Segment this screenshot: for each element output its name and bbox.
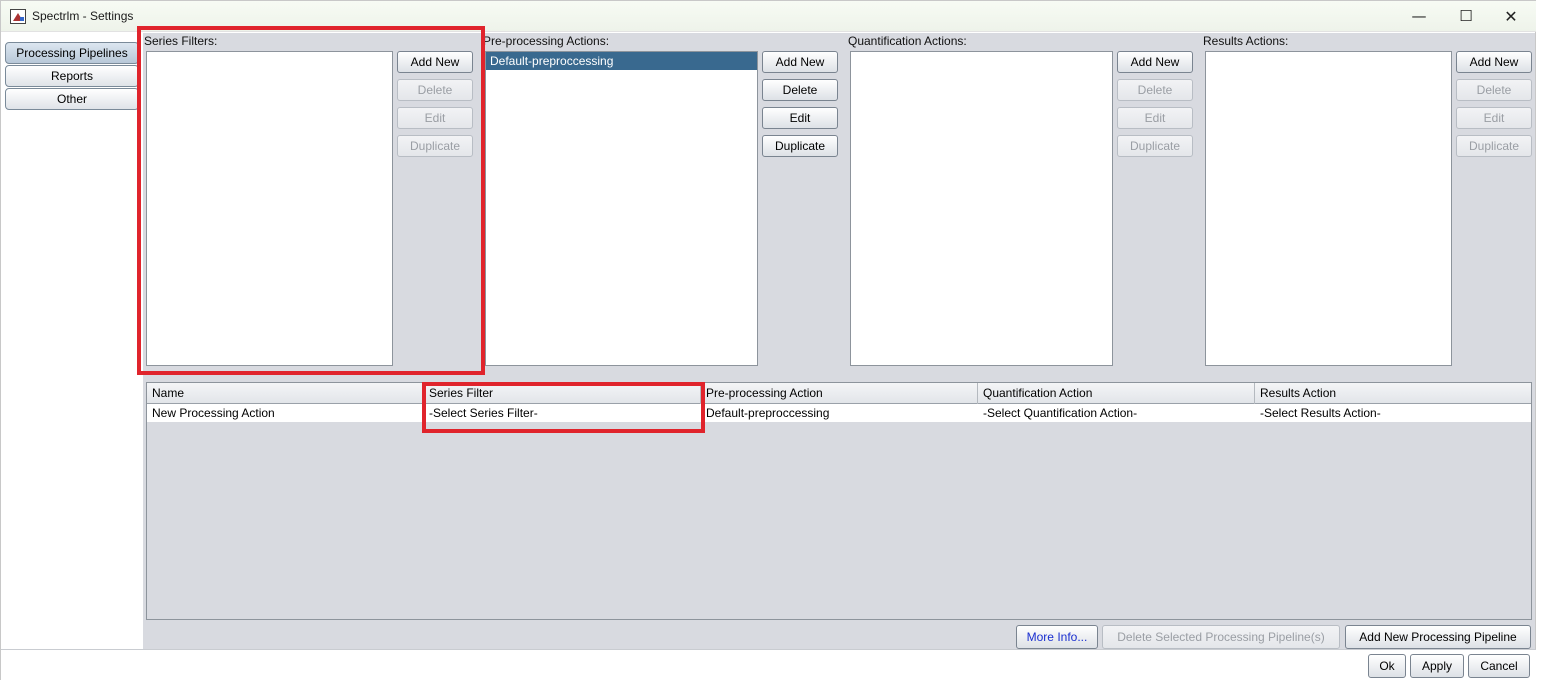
column-header-preprocessing-action[interactable]: Pre-processing Action	[701, 383, 978, 404]
quantification-edit-button[interactable]: Edit	[1117, 107, 1193, 129]
series-filters-delete-button[interactable]: Delete	[397, 79, 473, 101]
series-filters-edit-button[interactable]: Edit	[397, 107, 473, 129]
list-item[interactable]: Default-preproccessing	[486, 52, 757, 70]
quantification-add-button[interactable]: Add New	[1117, 51, 1193, 73]
delete-pipeline-button[interactable]: Delete Selected Processing Pipeline(s)	[1102, 625, 1340, 649]
column-header-series-filter[interactable]: Series Filter	[424, 383, 701, 404]
table-header: Name Series Filter Pre-processing Action…	[147, 383, 1531, 404]
cancel-button[interactable]: Cancel	[1468, 654, 1530, 678]
dialog-footer: Ok Apply Cancel	[1, 649, 1536, 680]
series-filters-add-button[interactable]: Add New	[397, 51, 473, 73]
results-add-button[interactable]: Add New	[1456, 51, 1532, 73]
preprocessing-delete-button[interactable]: Delete	[762, 79, 838, 101]
series-filters-label: Series Filters:	[144, 34, 218, 48]
preprocessing-add-button[interactable]: Add New	[762, 51, 838, 73]
table-row[interactable]: New Processing Action -Select Series Fil…	[147, 404, 1531, 422]
apply-button[interactable]: Apply	[1410, 654, 1464, 678]
quantification-duplicate-button[interactable]: Duplicate	[1117, 135, 1193, 157]
results-edit-button[interactable]: Edit	[1456, 107, 1532, 129]
cell-series-filter[interactable]: -Select Series Filter-	[424, 404, 701, 422]
cell-preprocessing-action[interactable]: Default-preproccessing	[701, 404, 978, 422]
results-actions-label: Results Actions:	[1203, 34, 1289, 48]
settings-nav: Processing Pipelines Reports Other	[1, 33, 143, 649]
maximize-button[interactable]: ☐	[1443, 1, 1489, 32]
preprocessing-actions-label: Pre-processing Actions:	[483, 34, 610, 48]
cell-quantification-action[interactable]: -Select Quantification Action-	[978, 404, 1255, 422]
window-title: Spectrlm - Settings	[32, 9, 134, 23]
app-icon	[10, 9, 26, 24]
cell-name[interactable]: New Processing Action	[147, 404, 424, 422]
processing-pipelines-panel: Series Filters: Add New Delete Edit Dupl…	[143, 33, 1535, 649]
series-filters-duplicate-button[interactable]: Duplicate	[397, 135, 473, 157]
preprocessing-actions-list[interactable]: Default-preproccessing	[485, 51, 758, 366]
column-header-results-action[interactable]: Results Action	[1255, 383, 1531, 404]
tab-processing-pipelines[interactable]: Processing Pipelines	[5, 42, 139, 64]
tab-other[interactable]: Other	[5, 88, 139, 110]
results-duplicate-button[interactable]: Duplicate	[1456, 135, 1532, 157]
settings-window: Spectrlm - Settings — ☐ ✕ Processing Pip…	[0, 0, 1536, 680]
results-delete-button[interactable]: Delete	[1456, 79, 1532, 101]
preprocessing-duplicate-button[interactable]: Duplicate	[762, 135, 838, 157]
results-actions-list[interactable]	[1205, 51, 1452, 366]
series-filters-list[interactable]	[146, 51, 393, 366]
add-pipeline-button[interactable]: Add New Processing Pipeline	[1345, 625, 1531, 649]
quantification-actions-label: Quantification Actions:	[848, 34, 967, 48]
title-bar: Spectrlm - Settings — ☐ ✕	[1, 1, 1536, 32]
preprocessing-edit-button[interactable]: Edit	[762, 107, 838, 129]
more-info-button[interactable]: More Info...	[1016, 625, 1098, 649]
cell-results-action[interactable]: -Select Results Action-	[1255, 404, 1531, 422]
ok-button[interactable]: Ok	[1368, 654, 1406, 678]
pipelines-table[interactable]: Name Series Filter Pre-processing Action…	[146, 382, 1532, 620]
tab-reports[interactable]: Reports	[5, 65, 139, 87]
quantification-actions-list[interactable]	[850, 51, 1113, 366]
quantification-delete-button[interactable]: Delete	[1117, 79, 1193, 101]
column-header-quantification-action[interactable]: Quantification Action	[978, 383, 1255, 404]
column-header-name[interactable]: Name	[147, 383, 424, 404]
close-button[interactable]: ✕	[1488, 1, 1534, 32]
minimize-button[interactable]: —	[1396, 1, 1442, 32]
